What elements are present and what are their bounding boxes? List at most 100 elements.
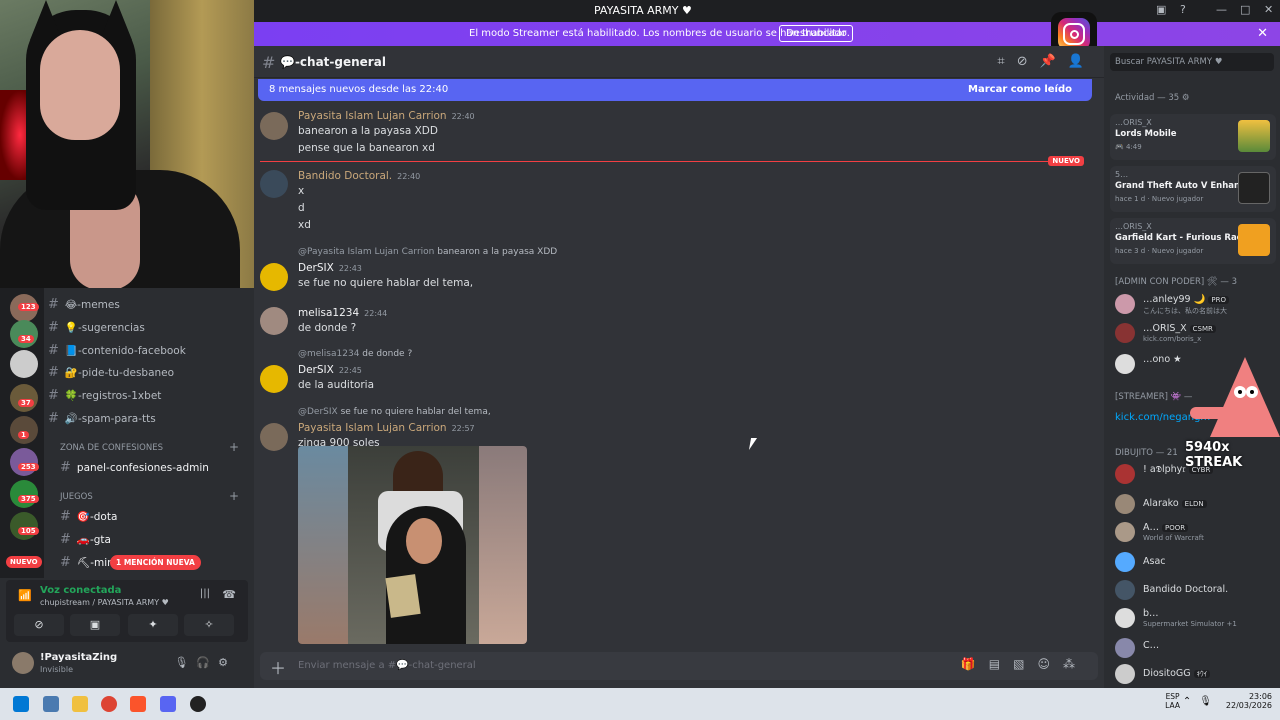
channel-gta[interactable]: # 🚗-gta: [60, 532, 111, 547]
inbox-icon[interactable]: ▣: [1156, 3, 1166, 16]
username[interactable]: !PayasitaZing: [40, 652, 117, 663]
server-icon[interactable]: [10, 480, 38, 508]
new-messages-bar[interactable]: 8 mensajes nuevos desde las 22:40 Marcar…: [258, 79, 1092, 101]
activity-card[interactable]: …ORIS_X Garfield Kart - Furious Rac… hac…: [1110, 218, 1276, 264]
add-attachment-icon[interactable]: ＋: [270, 655, 286, 679]
voice-status[interactable]: Voz conectada: [40, 585, 121, 596]
window-title: PAYASITA ARMY ♥: [594, 4, 692, 17]
help-icon[interactable]: ?: [1180, 3, 1186, 16]
channel-pide-tu-desbaneo[interactable]: # 🔐-pide-tu-desbaneo: [48, 365, 174, 380]
webcam-overlay: [0, 0, 254, 288]
activity-card[interactable]: 5… Grand Theft Auto V Enhan… hace 1 d · …: [1110, 166, 1276, 212]
camera-button[interactable]: ⊘: [14, 614, 64, 636]
message-input-area: ＋ Enviar mensaje a #💬-chat-general 🎁▤▧☺⁂: [254, 644, 1104, 688]
close-window-button[interactable]: ✕: [1264, 3, 1273, 16]
new-messages-text: 8 mensajes nuevos desde las 22:40: [269, 84, 449, 95]
channel-memes[interactable]: # 😂-memes: [48, 297, 120, 312]
noise-icon[interactable]: |||: [200, 588, 210, 599]
member-item[interactable]: Alarako ELDN: [1115, 492, 1275, 518]
member-item[interactable]: ! a𝕯lphy𝔯 CYBR: [1115, 462, 1275, 488]
message-image-attachment[interactable]: [298, 446, 527, 644]
server-icon[interactable]: [10, 512, 38, 540]
unread-badge: 1: [18, 431, 29, 439]
message-author: Bandido Doctoral.: [298, 170, 393, 182]
new-badge: NUEVO: [6, 556, 42, 568]
disconnect-icon[interactable]: ☎: [222, 588, 236, 601]
channel-min[interactable]: # ⛏-min: [60, 555, 114, 570]
member-item[interactable]: b… Supermarket Simulator +1: [1115, 606, 1275, 632]
server-icon[interactable]: [10, 384, 38, 412]
member-item[interactable]: Bandido Doctoral.: [1115, 578, 1275, 604]
soundboard-button[interactable]: ✧: [184, 614, 234, 636]
task-view-icon[interactable]: [43, 696, 59, 712]
new-label: NUEVO: [1048, 156, 1084, 166]
message-text: se fue no quiere hablar del tema,: [298, 277, 474, 289]
language-indicator[interactable]: ESP LAA: [1165, 692, 1180, 710]
reply-text: banearon a la payasa XDD: [437, 247, 558, 257]
channel-name: 💬-chat-general: [280, 55, 386, 69]
avatar[interactable]: [260, 263, 288, 291]
message-time: 22:57: [451, 424, 475, 433]
activities-button[interactable]: ✦: [128, 614, 178, 636]
member-item[interactable]: C…: [1115, 636, 1275, 662]
clock[interactable]: 23:06 22/03/2026: [1226, 692, 1272, 710]
member-item[interactable]: …ORIS_X CSMR kick.com/boris_x: [1115, 321, 1275, 347]
activity-card[interactable]: …ORIS_X Lords Mobile 🎮 4:49: [1110, 114, 1276, 160]
disable-streamer-button[interactable]: Deshabilitar: [779, 25, 854, 42]
avatar[interactable]: [260, 423, 288, 451]
avatar[interactable]: [12, 652, 34, 674]
category-confesiones[interactable]: ZONA DE CONFESIONES: [60, 443, 163, 453]
channel-panel-confesiones[interactable]: # panel-confesiones-admin: [60, 460, 209, 475]
server-icon[interactable]: [10, 350, 38, 378]
avatar[interactable]: [260, 170, 288, 198]
system-tray[interactable]: ⌃🎙: [1183, 696, 1220, 707]
channel-header: # 💬-chat-general ⌗⊘📌👤: [254, 46, 1104, 78]
unread-badge: 375: [18, 495, 39, 503]
member-item[interactable]: DiositoGG ｷｳｲ: [1115, 662, 1275, 688]
channel-sugerencias[interactable]: # 💡-sugerencias: [48, 320, 145, 335]
channel-spam-para-tts[interactable]: # 🔊-spam-para-tts: [48, 411, 156, 426]
file-explorer-icon[interactable]: [72, 696, 88, 712]
add-channel-icon[interactable]: +: [229, 440, 239, 454]
input-tool-icons[interactable]: 🎁▤▧☺⁂: [961, 657, 1088, 671]
brave-icon[interactable]: [130, 696, 146, 712]
message-input[interactable]: ＋ Enviar mensaje a #💬-chat-general 🎁▤▧☺⁂: [260, 652, 1098, 680]
add-channel-icon[interactable]: +: [229, 489, 239, 503]
admin-header: [ADMIN CON PODER] 🛠 — 3: [1115, 277, 1238, 287]
reply-author: @melisa1234: [298, 349, 360, 359]
channel-contenido-facebook[interactable]: # 📘-contenido-facebook: [48, 343, 186, 358]
screen-share-button[interactable]: ▣: [70, 614, 120, 636]
discord-icon[interactable]: [160, 696, 176, 712]
channel-registros-1xbet[interactable]: # 🍀-registros-1xbet: [48, 388, 161, 403]
message-time: 22:43: [338, 264, 362, 273]
banner-close-icon[interactable]: ✕: [1257, 26, 1268, 41]
header-tool-icons[interactable]: ⌗⊘📌👤: [997, 54, 1096, 69]
message-author: Payasita Islam Lujan Carrion: [298, 422, 447, 434]
voice-signal-icon[interactable]: 📶: [18, 589, 32, 602]
obs-icon[interactable]: [190, 696, 206, 712]
message-author: Payasita Islam Lujan Carrion: [298, 110, 447, 122]
message-time: 22:45: [338, 366, 362, 375]
server-icon[interactable]: [10, 320, 38, 348]
member-item[interactable]: Asac: [1115, 550, 1275, 576]
member-item[interactable]: A… POOR World of Warcraft: [1115, 520, 1275, 546]
member-item[interactable]: …anley99 🌙 PRO こんにちは、私の名前は大: [1115, 292, 1275, 318]
channel-dota[interactable]: # 🎯-dota: [60, 509, 117, 524]
category-juegos[interactable]: JUEGOS: [60, 492, 93, 502]
server-icon[interactable]: [10, 416, 38, 444]
server-icon[interactable]: [10, 448, 38, 476]
search-input[interactable]: Buscar PAYASITA ARMY ♥: [1110, 53, 1274, 71]
avatar[interactable]: [260, 365, 288, 393]
mark-read-button[interactable]: Marcar como leído: [968, 84, 1072, 95]
start-button[interactable]: [13, 696, 29, 712]
minimize-button[interactable]: —: [1216, 3, 1227, 16]
unread-badge: 123: [18, 303, 39, 311]
message-author: DerSIX: [298, 364, 334, 376]
user-controls[interactable]: 🎙🎧⚙: [174, 656, 236, 669]
maximize-button[interactable]: □: [1240, 3, 1250, 16]
new-mention-pill[interactable]: 1 MENCIÓN NUEVA: [110, 555, 201, 570]
avatar[interactable]: [260, 307, 288, 335]
avatar[interactable]: [260, 112, 288, 140]
message-text: x: [298, 185, 305, 197]
chrome-icon[interactable]: [101, 696, 117, 712]
